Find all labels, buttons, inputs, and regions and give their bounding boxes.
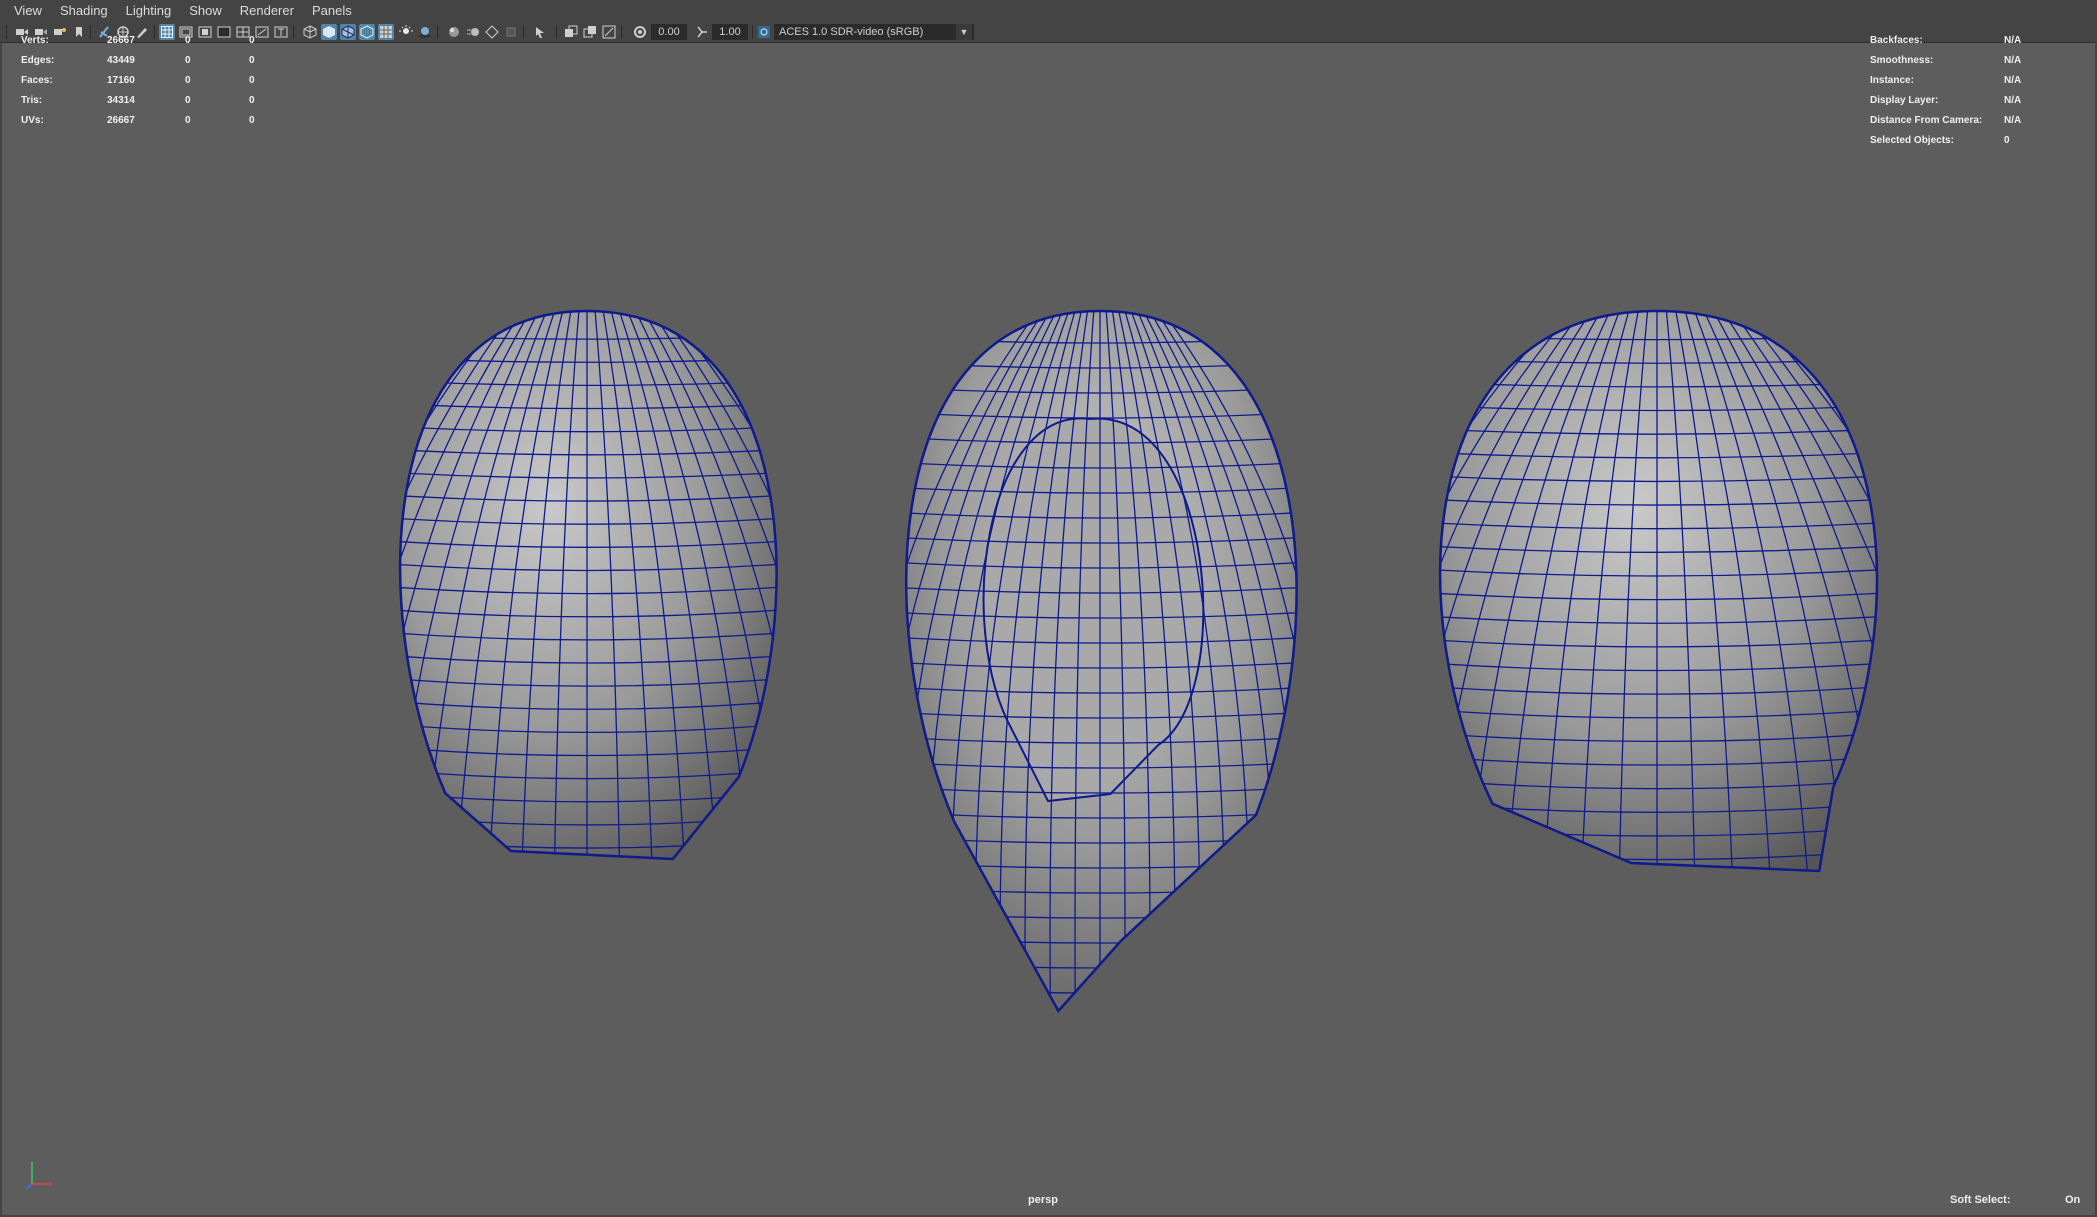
xray-joints-icon[interactable] xyxy=(601,24,617,40)
hair-meshes xyxy=(398,309,1879,1014)
wireframe-on-shaded-icon[interactable] xyxy=(340,24,356,40)
color-transform-dropdown[interactable]: ACES 1.0 SDR-video (sRGB) ▼ xyxy=(774,24,974,40)
anti-aliasing-icon[interactable] xyxy=(484,24,500,40)
use-all-lights-icon[interactable] xyxy=(398,24,414,40)
hair-mesh-back xyxy=(398,309,778,861)
toolbar-separator xyxy=(523,25,524,39)
toolbar-separator xyxy=(293,25,294,39)
exposure-icon[interactable] xyxy=(632,24,648,40)
menu-renderer[interactable]: Renderer xyxy=(231,0,303,22)
toolbar-separator xyxy=(556,25,557,39)
xray-active-components-icon[interactable] xyxy=(582,24,598,40)
viewport-menubar: View Shading Lighting Show Renderer Pane… xyxy=(0,0,2097,23)
isolate-select-icon[interactable] xyxy=(532,24,548,40)
exposure-field[interactable]: 0.00 xyxy=(651,24,687,40)
textured-icon[interactable] xyxy=(378,24,394,40)
menu-panels[interactable]: Panels xyxy=(303,0,361,22)
axis-gizmo-icon xyxy=(25,1162,52,1190)
depth-of-field-icon[interactable] xyxy=(503,24,519,40)
chevron-down-icon[interactable]: ▼ xyxy=(956,24,972,40)
toolbar-separator xyxy=(437,25,438,39)
3d-viewport[interactable]: Verts: 26667 0 0 Edges: 43449 0 0 Faces:… xyxy=(0,35,2097,1217)
safe-action-icon[interactable] xyxy=(254,24,270,40)
gamma-field[interactable]: 1.00 xyxy=(712,24,748,40)
soft-select-value: On xyxy=(2065,1194,2081,1206)
soft-select-label: Soft Select: xyxy=(1950,1194,2011,1206)
menu-view[interactable]: View xyxy=(0,0,51,22)
camera-name: persp xyxy=(1028,1194,1058,1206)
view-transform-icon[interactable] xyxy=(756,24,772,40)
screen-space-ao-icon[interactable] xyxy=(446,24,462,40)
menu-shading[interactable]: Shading xyxy=(51,0,117,22)
xray-icon[interactable] xyxy=(563,24,579,40)
toolbar-separator xyxy=(621,25,622,39)
color-transform-value: ACES 1.0 SDR-video (sRGB) xyxy=(779,26,924,38)
hair-mesh-front xyxy=(905,309,1298,1014)
menu-lighting[interactable]: Lighting xyxy=(117,0,181,22)
hair-mesh-side xyxy=(1438,309,1879,873)
menu-show[interactable]: Show xyxy=(180,0,231,22)
toolbar-separator xyxy=(752,25,753,39)
motion-blur-icon[interactable] xyxy=(465,24,481,40)
panel-toolbar: 0.00 1.00 ACES 1.0 SDR-video (sRGB) ▼ xyxy=(0,22,2097,43)
gamma-icon[interactable] xyxy=(694,24,710,40)
shadows-icon[interactable] xyxy=(417,24,433,40)
smooth-shade-icon[interactable] xyxy=(321,24,337,40)
default-material-icon[interactable] xyxy=(359,24,375,40)
wireframe-icon[interactable] xyxy=(302,24,318,40)
safe-title-icon[interactable] xyxy=(273,24,289,40)
